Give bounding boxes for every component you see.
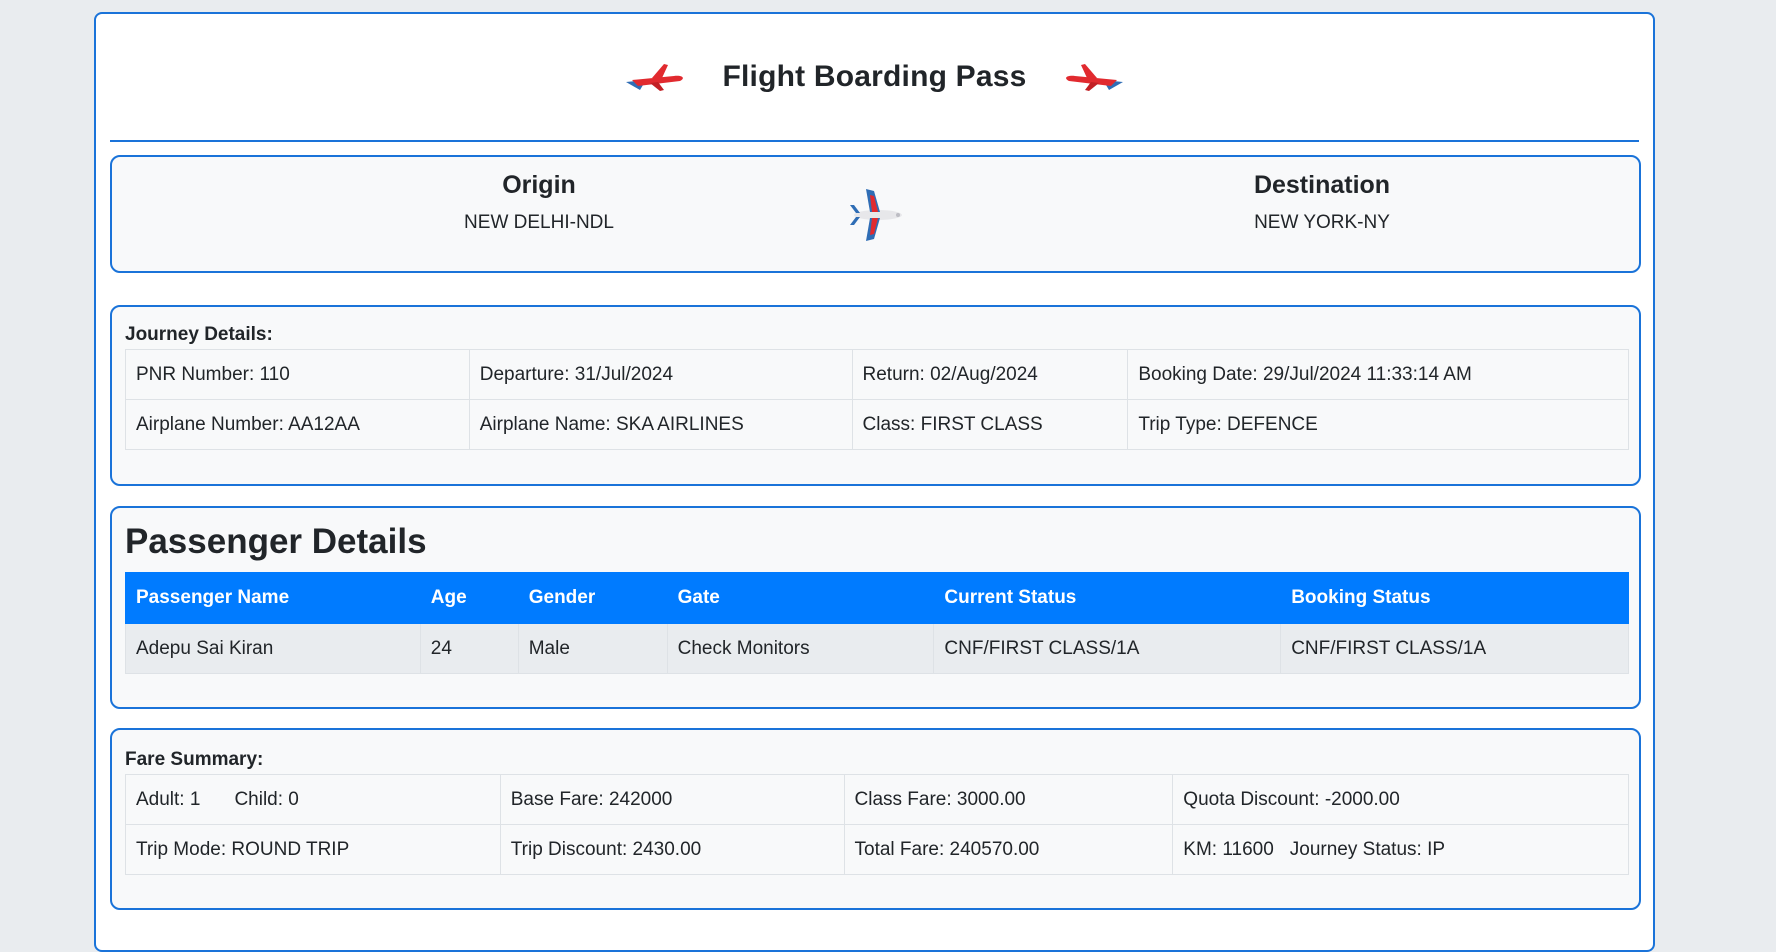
class-fare: Class Fare: 3000.00 xyxy=(843,774,1174,825)
airplane-icon xyxy=(626,64,684,91)
total-fare: Total Fare: 240570.00 xyxy=(843,824,1174,875)
airplane-icon xyxy=(850,189,902,241)
passenger-name: Adepu Sai Kiran xyxy=(125,623,421,674)
fare-summary-panel: Fare Summary: Adult: 1 Child: 0 Base Fare… xyxy=(110,728,1641,910)
quota-discount: Quota Discount: -2000.00 xyxy=(1172,774,1629,825)
airplane-name: Airplane Name: SKA AIRLINES xyxy=(468,399,853,450)
header-divider xyxy=(110,140,1639,142)
journey-details-table: PNR Number: 110 Departure: 31/Jul/2024 R… xyxy=(125,349,1629,450)
column-header: Gender xyxy=(517,572,668,624)
passenger-table: Passenger Name Age Gender Gate Current S… xyxy=(125,572,1629,674)
journey-details-label: Journey Details: xyxy=(125,324,273,345)
departure-date: Departure: 31/Jul/2024 xyxy=(468,349,853,400)
column-header: Age xyxy=(419,572,519,624)
destination-value: NEW YORK-NY xyxy=(1254,212,1390,233)
km-value: KM: 11600 xyxy=(1183,838,1274,860)
origin-block: Origin NEW DELHI-NDL xyxy=(339,171,739,234)
table-row: Airplane Number: AA12AA Airplane Name: S… xyxy=(125,399,1629,450)
trip-mode: Trip Mode: ROUND TRIP xyxy=(125,824,501,875)
table-row: Adepu Sai Kiran 24 Male Check Monitors C… xyxy=(125,623,1629,674)
fare-summary-label: Fare Summary: xyxy=(125,749,264,770)
booking-status: CNF/FIRST CLASS/1A xyxy=(1280,623,1629,674)
table-header-row: Passenger Name Age Gender Gate Current S… xyxy=(125,572,1629,624)
fare-summary-table: Adult: 1 Child: 0 Base Fare: 242000 Class… xyxy=(125,774,1629,875)
route-panel: Origin NEW DELHI-NDL Destination NEW YOR… xyxy=(110,155,1641,273)
km-and-status: KM: 11600 Journey Status: IP xyxy=(1172,824,1629,875)
column-header: Current Status xyxy=(933,572,1282,624)
child-count: Child: 0 xyxy=(234,788,299,810)
origin-value: NEW DELHI-NDL xyxy=(464,212,614,233)
origin-label: Origin xyxy=(502,171,576,199)
trip-discount: Trip Discount: 2430.00 xyxy=(499,824,845,875)
base-fare: Base Fare: 242000 xyxy=(499,774,845,825)
journey-details-panel: Journey Details: PNR Number: 110 Departu… xyxy=(110,305,1641,486)
trip-type: Trip Type: DEFENCE xyxy=(1127,399,1629,450)
column-header: Gate xyxy=(666,572,935,624)
page-title: Flight Boarding Pass xyxy=(722,60,1027,93)
header: Flight Boarding Pass xyxy=(96,14,1653,140)
current-status: CNF/FIRST CLASS/1A xyxy=(933,623,1282,674)
table-row: PNR Number: 110 Departure: 31/Jul/2024 R… xyxy=(125,349,1629,400)
travel-class: Class: FIRST CLASS xyxy=(851,399,1129,450)
airplane-icon xyxy=(1065,64,1123,91)
boarding-pass-card: Flight Boarding Pass Origin NEW DELHI-ND… xyxy=(94,12,1655,952)
column-header: Passenger Name xyxy=(125,572,421,624)
column-header: Booking Status xyxy=(1280,572,1629,624)
passenger-details-panel: Passenger Details Passenger Name Age Gen… xyxy=(110,506,1641,709)
destination-label: Destination xyxy=(1253,171,1391,199)
passenger-details-title: Passenger Details xyxy=(125,522,427,561)
table-row: Trip Mode: ROUND TRIP Trip Discount: 243… xyxy=(125,824,1629,875)
adult-count: Adult: 1 xyxy=(136,788,201,810)
passenger-gender: Male xyxy=(517,623,668,674)
return-date: Return: 02/Aug/2024 xyxy=(851,349,1129,400)
destination-block: Destination NEW YORK-NY xyxy=(1122,171,1522,234)
passenger-age: 24 xyxy=(419,623,519,674)
journey-status: Journey Status: IP xyxy=(1289,838,1446,860)
passenger-counts: Adult: 1 Child: 0 xyxy=(125,774,501,825)
booking-date: Booking Date: 29/Jul/2024 11:33:14 AM xyxy=(1127,349,1629,400)
passenger-gate: Check Monitors xyxy=(666,623,935,674)
table-row: Adult: 1 Child: 0 Base Fare: 242000 Class… xyxy=(125,774,1629,825)
pnr-number: PNR Number: 110 xyxy=(125,349,470,400)
airplane-number: Airplane Number: AA12AA xyxy=(125,399,470,450)
